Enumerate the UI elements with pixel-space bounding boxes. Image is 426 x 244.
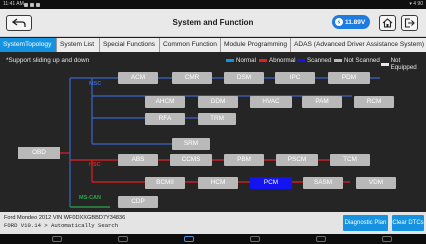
ecu-pcm[interactable]: PCM bbox=[250, 177, 292, 189]
back-button[interactable] bbox=[6, 15, 32, 31]
ecu-bcmii[interactable]: BCMII bbox=[145, 177, 185, 189]
voltage-badge: 11.89V bbox=[332, 15, 371, 29]
system-navigation-bar bbox=[0, 234, 426, 244]
ecu-acm[interactable]: ACM bbox=[118, 72, 158, 84]
home-button[interactable] bbox=[379, 15, 396, 31]
nav-home-icon[interactable] bbox=[118, 236, 128, 242]
tab-common-function[interactable]: Common Function bbox=[160, 38, 221, 52]
ecu-hvac[interactable]: HVAC bbox=[250, 96, 292, 108]
legend-abnormal: Abnormal bbox=[259, 57, 295, 64]
battery-status: ▾ 4 90 bbox=[409, 1, 423, 7]
legend-label: Normal bbox=[236, 57, 256, 64]
vehicle-info: Ford Mondeo 2012 VIN WF0DXXGBBD7Y34836 F… bbox=[4, 214, 125, 230]
notification-icon bbox=[30, 2, 34, 7]
legend-not-equipped: Not Equipped bbox=[381, 57, 426, 71]
footer-bar: Ford Mondeo 2012 VIN WF0DXXGBBD7Y34836 F… bbox=[0, 212, 426, 234]
nav-vci-icon[interactable] bbox=[184, 236, 194, 242]
ecu-dsm[interactable]: DSM bbox=[224, 72, 264, 84]
obd-gateway[interactable]: OBD bbox=[18, 147, 60, 159]
tab-system-topology[interactable]: SystemTopology bbox=[0, 38, 57, 52]
app-header: System and Function 11.89V bbox=[0, 9, 426, 37]
ecu-pam[interactable]: PAM bbox=[302, 96, 342, 108]
bus-label-hsc: HSC bbox=[89, 162, 101, 168]
notification-icons bbox=[24, 0, 40, 9]
ecu-tcm[interactable]: TCM bbox=[330, 154, 370, 166]
ecu-sasm[interactable]: SASM bbox=[303, 177, 343, 189]
abnormal-swatch bbox=[259, 59, 267, 62]
nav-settings-icon[interactable] bbox=[382, 236, 392, 242]
ecu-ahcm[interactable]: AHCM bbox=[145, 96, 185, 108]
function-tabs: SystemTopology System List Special Funct… bbox=[0, 38, 426, 52]
home-icon bbox=[382, 18, 393, 28]
ecu-pscm[interactable]: PSCM bbox=[276, 154, 318, 166]
tab-adas[interactable]: ADAS (Advanced Driver Assistance System) bbox=[291, 38, 426, 52]
status-time: 11:41 AM bbox=[3, 1, 24, 7]
ecu-hcm[interactable]: HCM bbox=[198, 177, 238, 189]
normal-swatch bbox=[226, 59, 234, 62]
exit-button[interactable] bbox=[401, 15, 418, 31]
nav-recent-icon[interactable] bbox=[250, 236, 260, 242]
tab-module-programming[interactable]: Module Programming bbox=[221, 38, 291, 52]
exit-icon bbox=[404, 18, 415, 28]
ecu-cdp[interactable]: CDP bbox=[118, 196, 158, 208]
ecu-rfa[interactable]: RFA bbox=[145, 113, 185, 125]
vehicle-details: Ford Mondeo 2012 VIN WF0DXXGBBD7Y34836 bbox=[4, 215, 126, 221]
diagnostic-plan-button[interactable]: Diagnostic Plan bbox=[343, 215, 388, 231]
legend-normal: Normal bbox=[226, 57, 256, 64]
legend-scanned: Scanned bbox=[297, 57, 331, 64]
nav-back-icon[interactable] bbox=[52, 236, 62, 242]
ecu-ddm[interactable]: DDM bbox=[198, 96, 238, 108]
ecu-ipc[interactable]: IPC bbox=[275, 72, 315, 84]
ecu-abs[interactable]: ABS bbox=[118, 154, 158, 166]
tab-system-list[interactable]: System List bbox=[57, 38, 100, 52]
voltage-value: 11.89V bbox=[345, 18, 366, 26]
ecu-ccms[interactable]: CCMS bbox=[170, 154, 212, 166]
notification-icon bbox=[24, 2, 28, 7]
status-bar: 11:41 AM ▾ 4 90 bbox=[0, 0, 426, 9]
legend-not-scanned: Not Scanned bbox=[334, 57, 380, 64]
tab-special-functions[interactable]: Special Functions bbox=[100, 38, 160, 52]
clear-dtcs-button[interactable]: Clear DTCs bbox=[392, 215, 424, 231]
bus-label-ms-can: MS-CAN bbox=[79, 195, 101, 201]
battery-icon bbox=[335, 18, 343, 26]
legend-label: Scanned bbox=[307, 57, 332, 64]
not-equipped-swatch bbox=[381, 62, 389, 66]
ecu-cmr[interactable]: CMR bbox=[172, 72, 212, 84]
topology-canvas[interactable]: *Support sliding up and down Normal Abno… bbox=[0, 52, 426, 212]
ecu-vdm[interactable]: VDM bbox=[356, 177, 396, 189]
ecu-rcm[interactable]: RCM bbox=[354, 96, 394, 108]
legend-label: Not Scanned bbox=[344, 57, 380, 64]
diagnostic-path: FORD V10.14 > Automatically Search bbox=[4, 222, 119, 229]
sliding-note: *Support sliding up and down bbox=[6, 57, 90, 64]
bus-label-msc: MSC bbox=[89, 81, 102, 87]
legend-label: Abnormal bbox=[269, 57, 296, 64]
ecu-trm[interactable]: TRM bbox=[198, 113, 236, 125]
not-scanned-swatch bbox=[334, 59, 342, 62]
legend-label: Not Equipped bbox=[390, 57, 417, 71]
scanned-swatch bbox=[297, 59, 305, 62]
ecu-pbm[interactable]: PBM bbox=[224, 154, 264, 166]
back-arrow-icon bbox=[12, 18, 26, 27]
ecu-pdm[interactable]: PDM bbox=[328, 72, 370, 84]
nav-screenshot-icon[interactable] bbox=[316, 236, 326, 242]
ecu-srm[interactable]: SRM bbox=[172, 138, 210, 150]
notification-icon bbox=[36, 2, 40, 7]
